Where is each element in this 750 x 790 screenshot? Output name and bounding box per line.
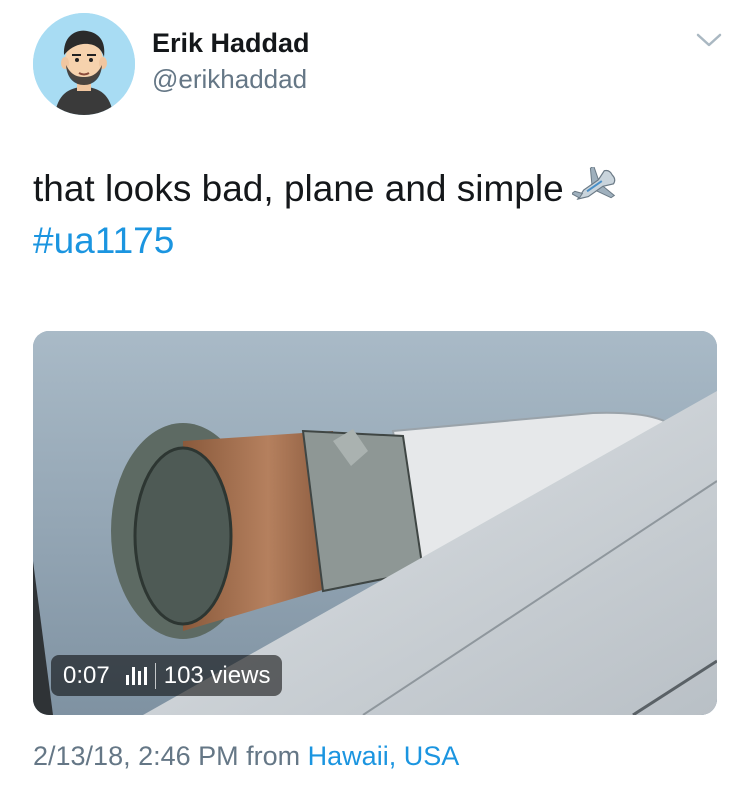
divider [154, 662, 156, 689]
chevron-down-icon[interactable] [695, 30, 723, 50]
video-time: 0:07 [63, 661, 110, 689]
timestamp[interactable]: 2/13/18, 2:46 PM [33, 741, 239, 771]
location-link[interactable]: Hawaii, USA [308, 741, 460, 771]
view-count-icon [125, 666, 147, 685]
from-label: from [246, 741, 301, 771]
video-stats-overlay: 0:07 103 views [51, 655, 283, 696]
display-name[interactable]: Erik Haddad [152, 28, 310, 59]
tweet-meta: 2/13/18, 2:46 PM from Hawaii, USA [33, 741, 459, 772]
avatar-illustration [33, 13, 135, 115]
avatar[interactable] [33, 13, 135, 115]
user-handle[interactable]: @erikhaddad [152, 64, 307, 95]
hashtag-link[interactable]: #ua1175 [33, 218, 618, 264]
view-count: 103 views [163, 661, 271, 689]
tweet-text: that looks bad, plane and simple #ua1175 [33, 165, 618, 264]
tweet-body: that looks bad, plane and simple [33, 168, 564, 209]
airplane-icon [570, 165, 618, 218]
